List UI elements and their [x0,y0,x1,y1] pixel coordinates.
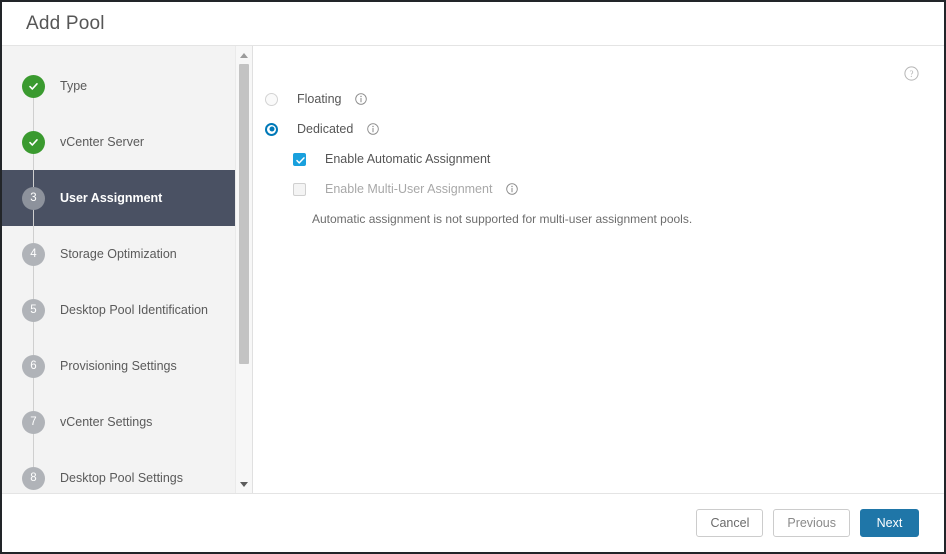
step-number-badge: 6 [22,354,45,378]
step-connector-line [33,265,34,299]
info-circle-icon[interactable] [506,183,519,195]
helper-text: Automatic assignment is not supported fo… [312,212,693,226]
sidebar-step-label: vCenter Settings [60,415,153,429]
step-complete-check-icon [22,74,45,98]
sidebar-step-desktop-pool-identification[interactable]: 5 Desktop Pool Identification [2,282,252,338]
svg-text:?: ? [910,69,914,79]
sidebar-step-label: Desktop Pool Settings [60,471,183,485]
checkbox [293,182,306,196]
sidebar-step-user-assignment[interactable]: 3 User Assignment [2,170,252,226]
info-circle-icon[interactable] [367,123,380,135]
sidebar-step-provisioning-settings[interactable]: 6 Provisioning Settings [2,338,252,394]
checkbox-row-enable-multi-user-assignment: Enable Multi-User Assignment [253,174,944,204]
radio-option-floating[interactable]: Floating [253,84,944,114]
step-connector-line [33,209,34,243]
radio-button[interactable] [265,92,278,106]
radio-option-label: Floating [297,92,342,106]
help-circle-icon[interactable]: ? [904,66,919,81]
sidebar-step-label: Storage Optimization [60,247,177,261]
add-pool-dialog: Add Pool Type vCenter Server 3 User Assignm… [0,0,946,554]
step-complete-check-icon [22,130,45,154]
checkbox[interactable] [293,152,306,166]
page-title: Add Pool [26,12,105,34]
step-number-badge: 8 [22,466,45,490]
step-number-badge: 4 [22,242,45,266]
sidebar-step-desktop-pool-settings[interactable]: 8 Desktop Pool Settings [2,450,252,493]
wizard-step-list: Type vCenter Server 3 User Assignment 4 Stora… [2,46,252,493]
previous-button[interactable]: Previous [773,509,850,537]
step-connector-line [33,377,34,411]
scroll-down-arrow-icon[interactable] [236,477,252,491]
user-assignment-options: Floating Dedicated [253,84,944,144]
step-connector-line [33,97,34,131]
dialog-footer: Cancel Previous Next [2,493,944,552]
sidebar-step-vcenter-settings[interactable]: 7 vCenter Settings [2,394,252,450]
assignment-checkbox-group: Enable Automatic Assignment Enable Multi-… [253,144,944,204]
dialog-body: Type vCenter Server 3 User Assignment 4 Stora… [2,46,944,493]
sidebar-step-label: Desktop Pool Identification [60,303,209,317]
wizard-sidebar: Type vCenter Server 3 User Assignment 4 Stora… [2,46,253,493]
step-connector-line [33,321,34,355]
checkbox-label: Enable Automatic Assignment [325,152,491,166]
sidebar-step-label: User Assignment [60,191,163,205]
sidebar-step-type[interactable]: Type [2,58,252,114]
radio-option-label: Dedicated [297,122,354,136]
step-connector-line [33,433,34,467]
sidebar-step-label: vCenter Server [60,135,145,149]
step-number-badge: 3 [22,186,45,210]
step-number-badge: 7 [22,410,45,434]
checkbox-label: Enable Multi-User Assignment [325,182,493,196]
dialog-titlebar: Add Pool [2,2,944,46]
step-connector-line [33,153,34,187]
sidebar-step-storage-optimization[interactable]: 4 Storage Optimization [2,226,252,282]
radio-button[interactable] [265,122,278,136]
radio-option-dedicated[interactable]: Dedicated [253,114,944,144]
sidebar-step-label: Type [60,79,88,93]
sidebar-scrollbar-thumb[interactable] [239,64,249,364]
next-button[interactable]: Next [860,509,919,537]
main-content: ? Floating Dedicated Enable Automatic Ass… [253,46,944,493]
cancel-button[interactable]: Cancel [696,509,764,537]
scroll-up-arrow-icon[interactable] [236,48,252,62]
sidebar-scrollbar[interactable] [235,46,252,493]
step-number-badge: 5 [22,298,45,322]
sidebar-step-label: Provisioning Settings [60,359,177,373]
info-circle-icon[interactable] [355,93,368,105]
sidebar-step-vcenter-server[interactable]: vCenter Server [2,114,252,170]
checkbox-row-enable-automatic-assignment[interactable]: Enable Automatic Assignment [253,144,944,174]
